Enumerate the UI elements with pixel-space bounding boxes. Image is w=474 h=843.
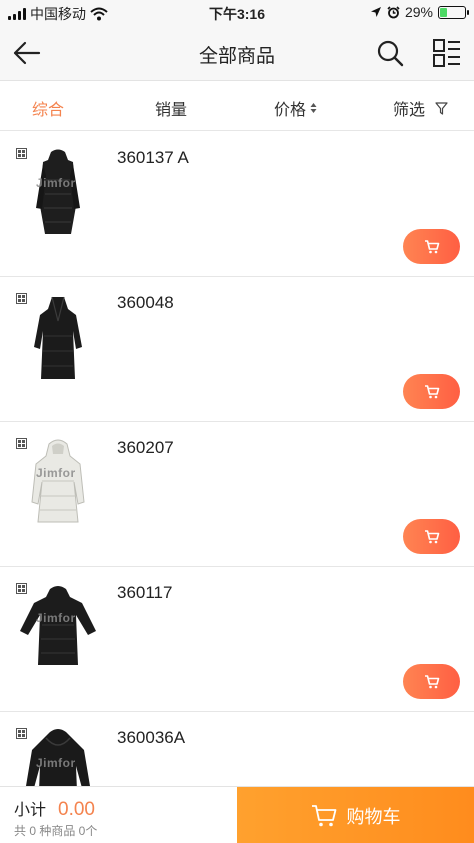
subtotal-value: 0.00: [58, 799, 95, 820]
back-arrow-icon[interactable]: [12, 40, 42, 66]
search-icon[interactable]: [376, 39, 404, 67]
cart-icon: [424, 239, 439, 253]
cart-icon: [424, 529, 439, 543]
tab-comprehensive[interactable]: 综合: [32, 96, 64, 120]
filter-icon: [435, 101, 448, 115]
cart-summary: 共 0 种商品 0个: [14, 824, 98, 838]
cart-button[interactable]: 购物车: [237, 787, 474, 843]
bottom-bar: 小计 0.00 共 0 种商品 0个 购物车: [0, 786, 474, 843]
tab-label: 综合: [32, 102, 65, 119]
tab-sales[interactable]: 销量: [155, 96, 187, 120]
add-to-cart-button[interactable]: [403, 664, 460, 699]
product-image[interactable]: [16, 581, 100, 675]
alarm-icon: [387, 5, 400, 18]
tab-label: 销量: [155, 102, 188, 119]
add-to-cart-button[interactable]: [403, 519, 460, 554]
battery-icon: [438, 5, 469, 19]
layout-toggle-icon[interactable]: [433, 39, 461, 67]
product-item[interactable]: Jimfor 360117: [0, 567, 474, 712]
image-watermark: Jimfor: [36, 611, 76, 625]
status-bar: 中国移动 下午3:16 29%: [0, 0, 474, 26]
image-watermark: Jimfor: [36, 466, 76, 480]
tab-filter[interactable]: 筛选: [393, 96, 448, 120]
location-icon: [370, 7, 381, 17]
battery-percent: 29%: [404, 4, 433, 20]
subtotal: 小计 0.00: [14, 796, 95, 821]
cart-icon: [424, 384, 439, 398]
cart-icon: [424, 674, 439, 688]
product-name: 360117: [117, 583, 173, 602]
tab-price[interactable]: 价格: [274, 96, 317, 120]
product-item[interactable]: Jimfor 360137 A: [0, 132, 474, 277]
product-list[interactable]: Jimfor 360137 A 360048 Jimfor 360207 Jim…: [0, 132, 474, 786]
product-name: 360137 A: [117, 148, 189, 167]
tab-label: 筛选: [393, 102, 426, 119]
subtotal-label: 小计: [14, 802, 47, 819]
product-item[interactable]: 360048: [0, 277, 474, 422]
cart-button-label: 购物车: [346, 806, 401, 827]
product-image[interactable]: [16, 436, 100, 530]
add-to-cart-button[interactable]: [403, 229, 460, 264]
product-name: 360048: [117, 293, 174, 312]
add-to-cart-button[interactable]: [403, 374, 460, 409]
product-image[interactable]: [16, 291, 100, 385]
battery-level: [440, 7, 447, 17]
cart-icon: [311, 804, 336, 826]
image-watermark: Jimfor: [36, 756, 76, 770]
product-item[interactable]: Jimfor 360036A: [0, 712, 474, 786]
product-name: 360036A: [117, 728, 186, 747]
product-item[interactable]: Jimfor 360207: [0, 422, 474, 567]
status-right: 29%: [370, 4, 469, 20]
nav-bar: 全部商品: [0, 26, 474, 81]
tab-label: 价格: [274, 102, 307, 119]
product-name: 360207: [117, 438, 174, 457]
product-image[interactable]: [16, 146, 100, 240]
image-watermark: Jimfor: [36, 176, 76, 190]
sort-icon: [310, 103, 317, 113]
filter-bar: 综合 销量 价格 筛选: [0, 82, 474, 131]
